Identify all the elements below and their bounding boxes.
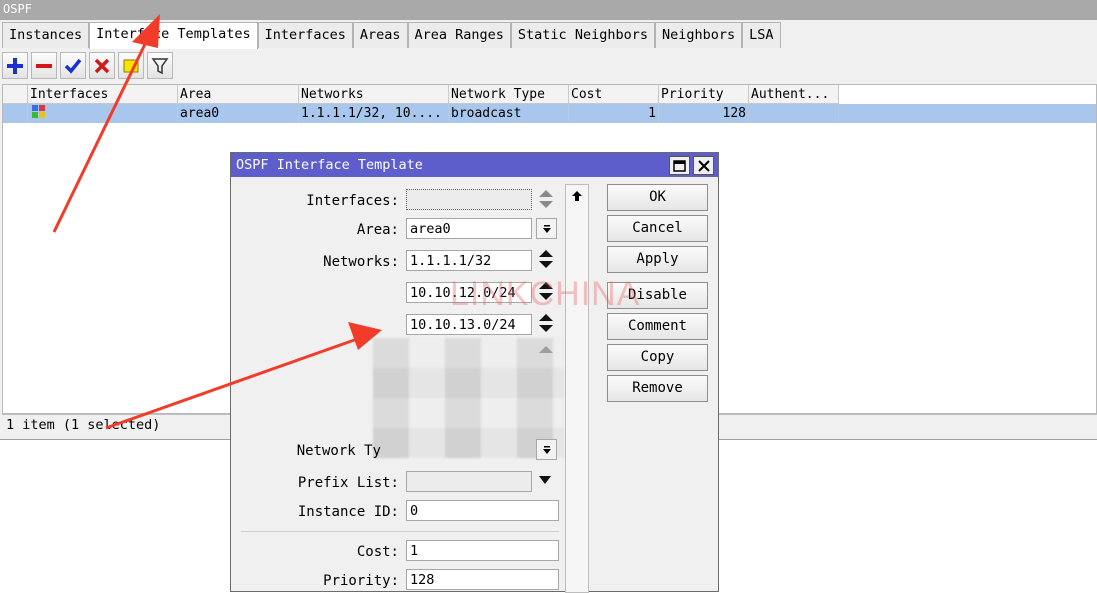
- watermark: LINKCHINA: [450, 275, 641, 313]
- interface-template-dialog: OSPF Interface Template Interfaces: Area…: [230, 152, 719, 593]
- area-field[interactable]: area0: [406, 218, 532, 239]
- dialog-title-text: OSPF Interface Template: [236, 157, 423, 173]
- network-type-dropdown-button[interactable]: [536, 439, 557, 460]
- comment-icon: [123, 59, 139, 72]
- header-interfaces[interactable]: Interfaces: [28, 85, 178, 103]
- networks-label: Networks:: [323, 254, 399, 270]
- check-icon: [64, 58, 82, 74]
- close-icon: [697, 159, 710, 172]
- row-area: area0: [178, 104, 299, 123]
- header-networks[interactable]: Networks: [299, 85, 449, 103]
- prefix-list-label: Prefix List:: [297, 475, 399, 491]
- network-type-label: Network Ty: [296, 443, 381, 459]
- row-network-type: broadcast: [449, 104, 569, 123]
- window-title: OSPF: [0, 0, 1097, 20]
- row-authentication: [749, 104, 839, 123]
- ok-button[interactable]: OK: [607, 184, 708, 211]
- remove-button-dialog[interactable]: Remove: [607, 375, 708, 402]
- toolbar: [2, 52, 173, 82]
- comment-button[interactable]: [118, 52, 144, 79]
- tab-static-neighbors[interactable]: Static Neighbors: [510, 22, 655, 48]
- tab-instances[interactable]: Instances: [2, 22, 90, 48]
- prefix-list-dropdown-icon[interactable]: [538, 475, 552, 485]
- tab-areas[interactable]: Areas: [352, 22, 408, 48]
- tab-bar: Instances Interface Templates Interfaces…: [2, 22, 781, 49]
- add-button[interactable]: [2, 52, 28, 79]
- copy-button[interactable]: Copy: [607, 344, 708, 371]
- cancel-button[interactable]: Cancel: [607, 215, 708, 242]
- cross-icon: [94, 58, 110, 73]
- section-divider: [241, 531, 559, 532]
- dialog-title: OSPF Interface Template: [231, 153, 718, 177]
- interface-list-icon: [32, 105, 45, 118]
- comment-button-dialog[interactable]: Comment: [607, 313, 708, 340]
- tab-area-ranges[interactable]: Area Ranges: [407, 22, 511, 48]
- remove-button[interactable]: [31, 52, 57, 79]
- scroll-up-icon[interactable]: [571, 190, 583, 202]
- area-dropdown-button[interactable]: [536, 218, 557, 239]
- maximize-icon: [673, 159, 686, 172]
- interfaces-field[interactable]: [406, 189, 532, 210]
- instance-id-label: Instance ID:: [297, 504, 399, 520]
- interfaces-label: Interfaces:: [306, 193, 399, 209]
- disable-button[interactable]: [89, 52, 115, 79]
- prefix-list-field[interactable]: [406, 471, 532, 492]
- header-cost[interactable]: Cost: [569, 85, 659, 103]
- tab-neighbors[interactable]: Neighbors: [654, 22, 743, 48]
- cost-label: Cost:: [356, 544, 399, 560]
- network-field-1[interactable]: 1.1.1.1/32: [406, 250, 532, 271]
- area-label: Area:: [356, 222, 399, 238]
- dropdown-arrow-icon: [542, 445, 551, 454]
- header-spacer: [3, 85, 28, 103]
- tab-lsa[interactable]: LSA: [742, 22, 781, 48]
- network-field-3[interactable]: 10.10.13.0/24: [406, 314, 532, 335]
- row-spacer: [3, 104, 28, 123]
- network-3-updown-icon[interactable]: [537, 312, 555, 334]
- dropdown-arrow-icon: [542, 224, 551, 233]
- header-priority[interactable]: Priority: [659, 85, 749, 103]
- header-area[interactable]: Area: [178, 85, 299, 103]
- tab-interface-templates[interactable]: Interface Templates: [89, 22, 258, 49]
- close-button[interactable]: [693, 156, 714, 175]
- minus-icon: [36, 63, 52, 68]
- row-interfaces-cell: [28, 104, 178, 123]
- header-network-type[interactable]: Network Type: [449, 85, 569, 103]
- filter-icon: [151, 57, 169, 74]
- row-cost: 1: [569, 104, 659, 123]
- row-priority: 128: [659, 104, 749, 123]
- network-1-updown-icon[interactable]: [537, 248, 555, 270]
- table-row[interactable]: area0 1.1.1.1/32, 10.... broadcast 1 128: [3, 104, 1096, 123]
- row-networks: 1.1.1.1/32, 10....: [299, 104, 449, 123]
- dialog-scrollbar[interactable]: [565, 184, 589, 593]
- table-header: Interfaces Area Networks Network Type Co…: [3, 85, 839, 104]
- cost-field[interactable]: 1: [406, 540, 559, 561]
- priority-field[interactable]: 128: [406, 569, 559, 590]
- maximize-button[interactable]: [669, 156, 690, 175]
- interfaces-updown-icon[interactable]: [537, 188, 555, 210]
- plus-icon: [7, 57, 23, 74]
- priority-label: Priority:: [323, 573, 399, 589]
- filter-button[interactable]: [147, 52, 173, 79]
- enable-button[interactable]: [60, 52, 86, 79]
- instance-id-field[interactable]: 0: [406, 500, 559, 521]
- apply-button[interactable]: Apply: [607, 246, 708, 273]
- tab-interfaces[interactable]: Interfaces: [257, 22, 353, 48]
- header-authentication[interactable]: Authent...: [749, 85, 839, 103]
